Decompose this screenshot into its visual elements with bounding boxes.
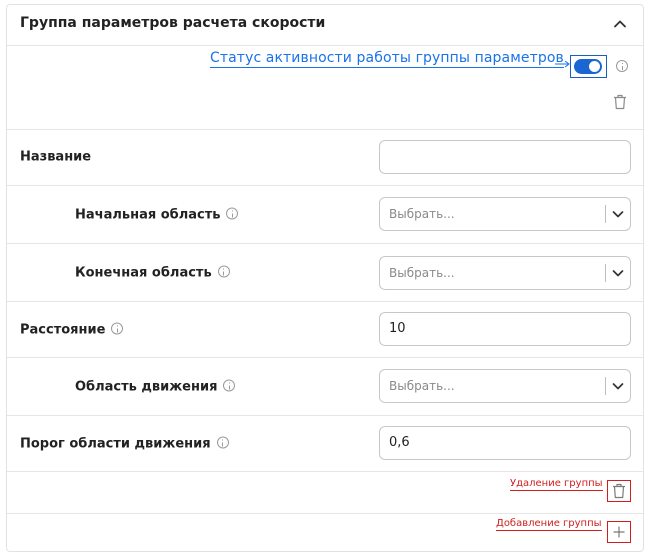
motion-threshold-input[interactable]: 0,6 [379,426,631,460]
distance-label: Расстояние [20,322,106,337]
motion-area-label: Область движения [75,379,218,394]
status-toggle-highlight [570,55,607,78]
end-area-info-icon[interactable] [217,265,230,278]
motion-area-info-icon[interactable] [223,379,236,392]
motion-threshold-label: Порог области движения [20,436,211,451]
motion-threshold-info-icon[interactable] [216,436,229,449]
add-group-row: Добавление группы [7,514,643,551]
group-header[interactable]: Группа параметров расчета скорости [7,5,643,46]
motion-area-label-wrap: Область движения [75,379,236,394]
distance-input[interactable]: 10 [379,312,631,346]
end-area-label: Конечная область [75,265,212,280]
name-row: Название [7,129,643,186]
status-trash-icon[interactable] [613,94,627,110]
start-area-label-wrap: Начальная область [75,207,239,222]
delete-group-trash-icon[interactable] [612,483,626,499]
delete-group-callout: Удаление группы [510,478,603,491]
start-area-info-icon[interactable] [226,207,239,220]
start-area-label: Начальная область [75,207,221,222]
speed-params-group-panel: Группа параметров расчета скорости Стату… [6,4,644,552]
name-input[interactable] [379,140,631,174]
end-area-label-wrap: Конечная область [75,265,230,280]
status-toggle[interactable] [574,59,602,74]
motion-threshold-label-wrap: Порог области движения [20,436,229,451]
delete-group-highlight [607,480,631,502]
end-area-row: Конечная область Выбрать... [7,244,643,302]
distance-value: 10 [389,321,406,336]
chevron-down-icon[interactable] [612,268,624,278]
start-area-placeholder: Выбрать... [389,207,455,221]
motion-area-placeholder: Выбрать... [389,379,455,393]
motion-area-select[interactable]: Выбрать... [379,369,631,403]
chevron-down-icon[interactable] [612,381,624,391]
select-separator [605,205,606,223]
distance-info-icon[interactable] [111,322,124,335]
distance-row: Расстояние 10 [7,302,643,358]
end-area-placeholder: Выбрать... [389,266,455,280]
status-callout: Статус активности работы группы параметр… [210,50,564,68]
start-area-select[interactable]: Выбрать... [379,197,631,231]
motion-area-row: Область движения Выбрать... [7,358,643,416]
delete-group-row: Удаление группы [7,472,643,514]
group-title: Группа параметров расчета скорости [20,15,326,31]
add-group-highlight [607,521,631,543]
callout-arrow-icon [555,60,570,68]
end-area-select[interactable]: Выбрать... [379,256,631,290]
select-separator [605,264,606,282]
chevron-down-icon[interactable] [612,209,624,219]
add-group-callout: Добавление группы [496,518,602,531]
motion-threshold-value: 0,6 [389,435,410,450]
collapse-chevron-up-icon[interactable] [613,17,627,31]
toggle-knob [589,61,600,72]
distance-label-wrap: Расстояние [20,322,124,337]
status-row: Статус активности работы группы параметр… [7,46,643,130]
status-info-icon[interactable] [616,60,628,72]
add-group-plus-icon[interactable] [612,525,626,539]
motion-threshold-row: Порог области движения 0,6 [7,416,643,472]
name-label: Название [20,149,92,165]
start-area-row: Начальная область Выбрать... [7,186,643,244]
select-separator [605,377,606,395]
